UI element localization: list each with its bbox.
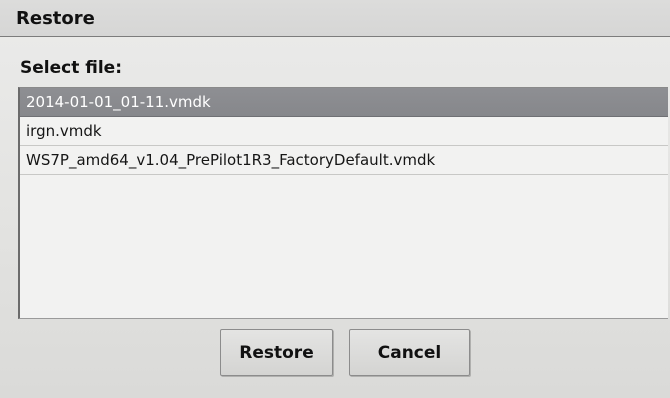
file-name: 2014-01-01_01-11.vmdk <box>26 93 211 111</box>
restore-button[interactable]: Restore <box>220 329 333 376</box>
file-list[interactable]: 2014-01-01_01-11.vmdk irgn.vmdk WS7P_amd… <box>18 87 668 319</box>
select-file-label: Select file: <box>20 58 123 78</box>
file-list-item[interactable]: 2014-01-01_01-11.vmdk <box>20 88 668 117</box>
file-list-item[interactable]: WS7P_amd64_v1.04_PrePilot1R3_FactoryDefa… <box>20 146 668 175</box>
title-bar: Restore <box>0 0 670 37</box>
dialog-title: Restore <box>16 8 95 29</box>
file-list-item[interactable]: irgn.vmdk <box>20 117 668 146</box>
cancel-button[interactable]: Cancel <box>349 329 470 376</box>
file-name: irgn.vmdk <box>26 122 102 140</box>
restore-dialog: Restore Select file: 2014-01-01_01-11.vm… <box>0 0 670 398</box>
file-name: WS7P_amd64_v1.04_PrePilot1R3_FactoryDefa… <box>26 151 436 169</box>
